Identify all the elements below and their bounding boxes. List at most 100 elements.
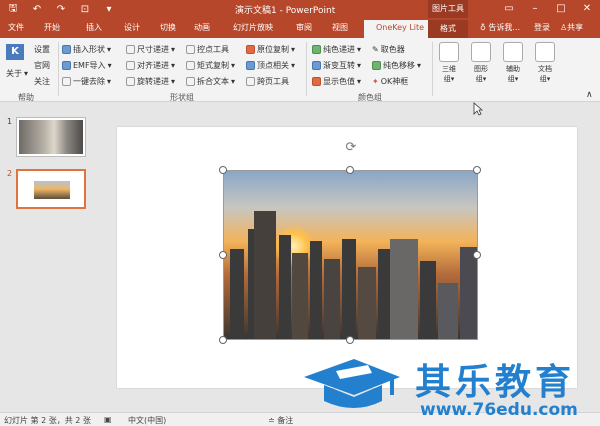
eyedropper-label: 取色器 [380,45,405,54]
ok-magic-button[interactable]: ✦ OK神框 [372,76,408,87]
copy-icon [246,45,255,54]
tell-me-search[interactable]: ♁ 告诉我... [480,22,520,33]
building [358,267,376,339]
tab-animations[interactable]: 动画 [194,22,210,33]
gradient-swap-button[interactable]: 渐变互转 ▾ [312,60,361,71]
ribbon-onekey: K 关于 ▾ 设置 官网 关注 帮助 插入形状 ▾ EMF导入 ▾ 一键去除 ▾ 尺寸递… [0,38,600,102]
selected-cityscape-image[interactable] [223,170,478,340]
building [230,249,244,339]
resize-handle-left[interactable] [219,251,227,259]
tab-format[interactable]: 格式 [428,20,468,38]
assist-group-button[interactable]: 辅助 组▾ [500,42,526,84]
customize-toolbar-icon[interactable]: ▾ [102,4,116,15]
matrix-copy-button[interactable]: 矩式复制 ▾ [186,60,235,71]
collapse-ribbon-icon[interactable]: ∧ [586,90,593,100]
document-group-button[interactable]: 文档 组▾ [532,42,558,84]
tab-home[interactable]: 开始 [44,22,60,33]
assist-icon [503,42,523,62]
solid-move-icon [372,61,381,70]
minimize-icon[interactable]: – [522,0,548,18]
tab-file[interactable]: 文件 [8,22,24,33]
graphics-group-button[interactable]: 图形 组▾ [468,42,494,84]
resize-handle-bottom[interactable] [346,336,354,344]
ribbon-display-options-icon[interactable]: ▭ [496,0,522,18]
solid-increment-button[interactable]: 纯色递进 ▾ [312,44,361,55]
lightbulb-icon: ♁ [480,23,486,32]
slide-thumbnail-2[interactable] [16,169,86,209]
original-copy-button[interactable]: 原位复制 ▾ [246,44,295,55]
matrix-copy-label: 矩式复制 [197,61,229,70]
resize-handle-top[interactable] [346,166,354,174]
one-click-remove-button[interactable]: 一键去除 ▾ [62,76,111,87]
star-icon: ✦ [372,77,379,86]
insert-shape-button[interactable]: 插入形状 ▾ [62,44,111,55]
graphics-group-label: 图形 [474,65,488,73]
title-bar: 🖫 ↶ ↷ ⊡ ▾ 演示文稿1 - PowerPoint 图片工具 ▭ – □ … [0,0,600,18]
picture-tools-context-label: 图片工具 [428,0,468,18]
slide-1-preview-image [19,120,83,154]
share-button[interactable]: ♙共享 [560,22,583,33]
rotate-handle-icon[interactable]: ⟳ [344,141,358,155]
size-increment-button[interactable]: 尺寸递进 ▾ [126,44,175,55]
show-color-button[interactable]: 显示色值 ▾ [312,76,361,87]
window-title: 演示文稿1 - PowerPoint [235,6,336,16]
tab-review[interactable]: 审阅 [296,22,312,33]
follow-button[interactable]: 关注 [34,76,50,87]
about-label: 关于 [6,69,22,78]
size-icon [126,45,135,54]
tab-insert[interactable]: 插入 [86,22,102,33]
language-status[interactable]: 中文(中国) [128,415,166,426]
solid-move-button[interactable]: 纯色移移 ▾ [372,60,421,71]
color-value-icon [312,77,321,86]
redo-icon[interactable]: ↷ [54,4,68,15]
cross-page-tool-button[interactable]: 跨页工具 [246,76,289,87]
close-icon[interactable]: ✕ [574,0,600,18]
3d-group-label: 三维 [442,65,456,73]
3d-group-button[interactable]: 三维 组▾ [436,42,462,84]
align-increment-button[interactable]: 对齐递进 ▾ [126,60,175,71]
tab-slideshow[interactable]: 幻灯片放映 [233,22,273,33]
control-tool-button[interactable]: 控点工具 [186,44,229,55]
gradient-swap-label: 渐变互转 [323,61,355,70]
tab-onekey-lite[interactable]: OneKey Lite [364,20,437,38]
login-link[interactable]: 登录 [534,22,550,33]
page-icon [246,77,255,86]
slide-count-status: 幻灯片 第 2 张，共 2 张 [4,416,91,425]
resize-handle-top-right[interactable] [473,166,481,174]
emf-import-button[interactable]: EMF导入 ▾ [62,60,112,71]
emf-icon [62,61,71,70]
palette-icon [312,45,321,54]
maximize-icon[interactable]: □ [548,0,574,18]
document-group-label: 文档 [538,65,552,73]
settings-button[interactable]: 设置 [34,44,50,55]
website-button[interactable]: 官网 [34,60,50,71]
tab-design[interactable]: 设计 [124,22,140,33]
split-text-button[interactable]: 拆合文本 ▾ [186,76,235,87]
notes-button[interactable]: ≐ 备注 [268,415,293,426]
eyedropper-button[interactable]: ✎ 取色器 [372,44,405,55]
rotate-increment-button[interactable]: 旋转递进 ▾ [126,76,175,87]
solid-increment-label: 纯色递进 [323,45,355,54]
rotate-icon [126,77,135,86]
tab-view[interactable]: 视图 [332,22,348,33]
solid-move-label: 纯色移移 [383,61,415,70]
slide-number: 1 [7,117,13,126]
vertex-icon [246,61,255,70]
tab-transitions[interactable]: 切换 [160,22,176,33]
slide-thumbnail-1[interactable] [16,117,86,157]
about-button[interactable]: 关于 ▾ [6,68,28,79]
building [460,247,477,339]
resize-handle-bottom-left[interactable] [219,336,227,344]
graphics-icon [471,42,491,62]
resize-handle-right[interactable] [473,251,481,259]
vertex-related-button[interactable]: 顶点相关 ▾ [246,60,295,71]
spellcheck-icon[interactable]: ▣ [104,415,112,424]
undo-icon[interactable]: ↶ [30,4,44,15]
save-icon[interactable]: 🖫 [6,1,20,18]
ribbon-separator [432,42,433,96]
resize-handle-top-left[interactable] [219,166,227,174]
slide-number: 2 [7,169,13,178]
onekey-logo-icon[interactable]: K [6,44,24,60]
start-from-beginning-icon[interactable]: ⊡ [78,4,92,15]
assist-group-label: 辅助 [506,65,520,73]
